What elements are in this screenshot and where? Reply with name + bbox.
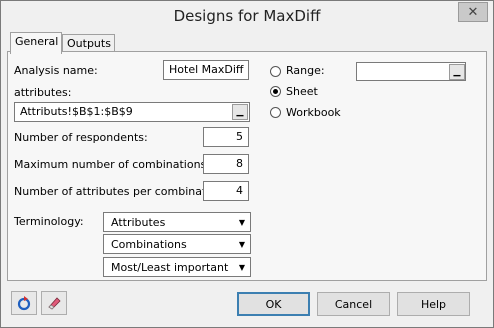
- workbook-radio-label: Workbook: [286, 106, 341, 119]
- attrs-per-combination-label: Number of attributes per combination:: [14, 185, 227, 198]
- dialog-window: Designs for MaxDiff ✕ General Outputs An…: [0, 0, 494, 328]
- attrs-per-combination-input[interactable]: 4: [203, 181, 249, 201]
- cancel-button-label: Cancel: [334, 297, 373, 311]
- attributes-label: attributes:: [14, 86, 72, 99]
- terminology-attributes-select[interactable]: Attributes ▼: [103, 212, 251, 232]
- clear-button[interactable]: [41, 291, 67, 315]
- chevron-down-icon: ▼: [238, 217, 246, 227]
- max-combinations-input[interactable]: 8: [203, 154, 249, 174]
- terminology-attributes-value: Attributes: [111, 216, 166, 229]
- analysis-name-label: Analysis name:: [14, 64, 98, 77]
- attributes-range-picker-button[interactable]: ▁: [232, 104, 248, 120]
- sheet-radio[interactable]: [270, 86, 281, 97]
- terminology-combinations-select[interactable]: Combinations ▼: [103, 234, 251, 254]
- help-button[interactable]: Help: [397, 292, 470, 316]
- terminology-label: Terminology:: [14, 215, 84, 228]
- workbook-radio[interactable]: [270, 107, 281, 118]
- window-title: Designs for MaxDiff: [173, 7, 321, 25]
- reset-icon: [17, 296, 31, 311]
- eraser-icon: [48, 297, 61, 310]
- ok-button[interactable]: OK: [237, 292, 310, 316]
- help-button-label: Help: [420, 297, 447, 311]
- analysis-name-input[interactable]: Hotel MaxDiff: [163, 60, 249, 80]
- title-bar: Designs for MaxDiff ✕: [1, 1, 493, 31]
- chevron-down-icon: ▼: [238, 262, 246, 272]
- terminology-importance-value: Most/Least important: [111, 261, 229, 274]
- cancel-button[interactable]: Cancel: [317, 292, 390, 316]
- chevron-down-icon: ▼: [238, 239, 246, 249]
- range-radio-label: Range:: [286, 64, 325, 77]
- close-icon: ✕: [467, 4, 479, 20]
- respondents-input[interactable]: 5: [203, 127, 249, 147]
- terminology-combinations-value: Combinations: [111, 238, 187, 251]
- tab-general[interactable]: General: [10, 32, 62, 54]
- ok-button-label: OK: [265, 297, 282, 311]
- tab-general-label: General: [15, 35, 59, 48]
- terminology-importance-select[interactable]: Most/Least important ▼: [103, 257, 251, 277]
- max-combinations-label: Maximum number of combinations:: [14, 158, 210, 171]
- respondents-label: Number of respondents:: [14, 131, 148, 144]
- close-button[interactable]: ✕: [458, 2, 488, 22]
- sheet-radio-label: Sheet: [286, 85, 318, 98]
- tab-outputs-label: Outputs: [67, 37, 111, 50]
- attributes-range-input[interactable]: Attributs!$B$1:$B$9: [14, 102, 250, 122]
- range-picker-button[interactable]: ▁: [449, 64, 465, 80]
- reset-button[interactable]: [11, 291, 37, 315]
- range-radio[interactable]: [270, 66, 281, 77]
